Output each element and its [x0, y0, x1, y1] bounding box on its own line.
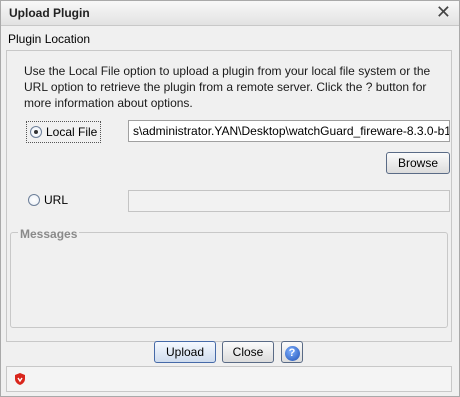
upload-button[interactable]: Upload	[154, 341, 216, 363]
instructions-text: Use the Local File option to upload a pl…	[24, 64, 431, 110]
close-icon[interactable]: ✕	[436, 2, 451, 22]
close-button[interactable]: Close	[222, 341, 274, 363]
url-input[interactable]	[128, 190, 450, 212]
plugin-location-label: Plugin Location	[8, 32, 91, 46]
title-bar: Upload Plugin ✕	[1, 1, 459, 26]
local-file-label: Local File	[46, 125, 98, 139]
messages-box	[10, 232, 448, 328]
help-button[interactable]: ?	[281, 341, 303, 363]
radio-unselected-icon	[28, 194, 40, 206]
dialog-title: Upload Plugin	[9, 6, 90, 20]
help-icon: ?	[284, 346, 300, 361]
messages-label: Messages	[18, 227, 80, 241]
local-file-path-input[interactable]: s\administrator.YAN\Desktop\watchGuard_f…	[128, 120, 450, 142]
local-file-radio[interactable]: Local File	[26, 121, 102, 143]
browse-button[interactable]: Browse	[386, 152, 450, 174]
url-label: URL	[44, 193, 69, 207]
status-bar	[6, 366, 452, 392]
watchguard-logo-icon	[15, 373, 25, 385]
radio-selected-icon	[30, 126, 42, 138]
url-radio[interactable]: URL	[28, 193, 68, 207]
